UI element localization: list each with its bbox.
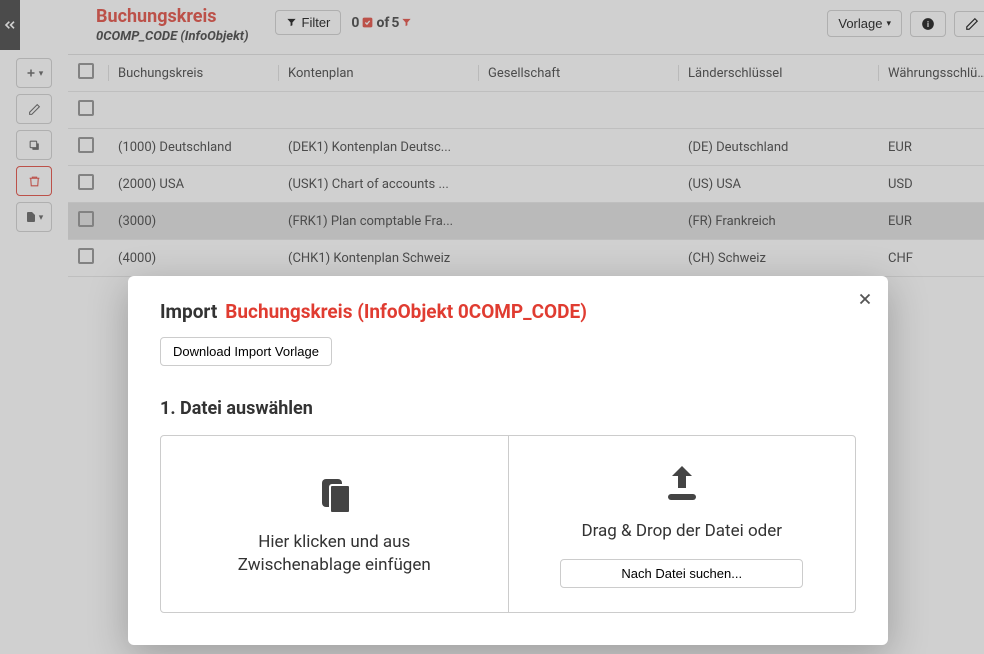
upload-icon (658, 460, 706, 508)
dragdrop-text: Drag & Drop der Datei oder (581, 520, 782, 543)
import-modal: Import Buchungskreis (InfoObjekt 0COMP_C… (128, 276, 888, 645)
dragdrop-panel[interactable]: Drag & Drop der Datei oder Nach Datei su… (509, 436, 856, 612)
close-icon (856, 290, 874, 308)
clipboard-text: Hier klicken und aus Zwischenablage einf… (238, 531, 431, 577)
clipboard-paste-panel[interactable]: Hier klicken und aus Zwischenablage einf… (161, 436, 509, 612)
step-heading: 1. Datei auswählen (160, 398, 856, 419)
download-template-button[interactable]: Download Import Vorlage (160, 337, 332, 366)
browse-file-button[interactable]: Nach Datei suchen... (560, 559, 803, 588)
clipboard-icon (310, 471, 358, 519)
close-button[interactable] (856, 290, 874, 308)
modal-title: Import Buchungskreis (InfoObjekt 0COMP_C… (160, 300, 856, 323)
